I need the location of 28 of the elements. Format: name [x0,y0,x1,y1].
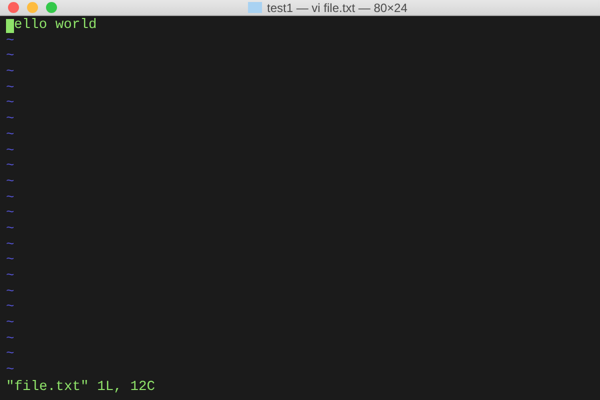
empty-line-marker: ~ [6,49,14,66]
empty-line-marker: ~ [6,128,14,144]
status-line: "file.txt" 1L, 12C [6,380,156,396]
empty-line-marker: ~ [6,316,14,332]
close-button[interactable] [8,2,19,13]
empty-line-marker: ~ [6,253,14,270]
empty-line-marker: ~ [6,332,14,348]
text-line: ello world [14,18,97,34]
empty-line-marker: ~ [6,190,14,206]
empty-line-marker: ~ [6,34,14,50]
empty-line-marker: ~ [6,300,14,316]
empty-line-marker: ~ [6,159,14,175]
empty-line-marker: ~ [6,269,14,285]
empty-line-marker: ~ [6,206,14,222]
minimize-button[interactable] [27,2,38,13]
empty-line-marker: ~ [6,96,14,112]
empty-line-marker: ~ [6,222,14,238]
empty-line-marker: ~ [6,174,14,191]
empty-line-marker: ~ [6,238,14,254]
empty-line-marker: ~ [6,347,14,364]
empty-line-marker: ~ [6,144,14,160]
empty-line-marker: ~ [6,284,14,300]
empty-line-marker: ~ [6,65,14,81]
empty-line-marker: ~ [6,80,14,96]
empty-line-marker: ~ [6,363,14,379]
empty-line-marker: ~ [6,112,14,128]
zoom-button[interactable] [46,2,57,13]
window-title: test1 — vi file.txt — 80×24 [267,0,408,14]
